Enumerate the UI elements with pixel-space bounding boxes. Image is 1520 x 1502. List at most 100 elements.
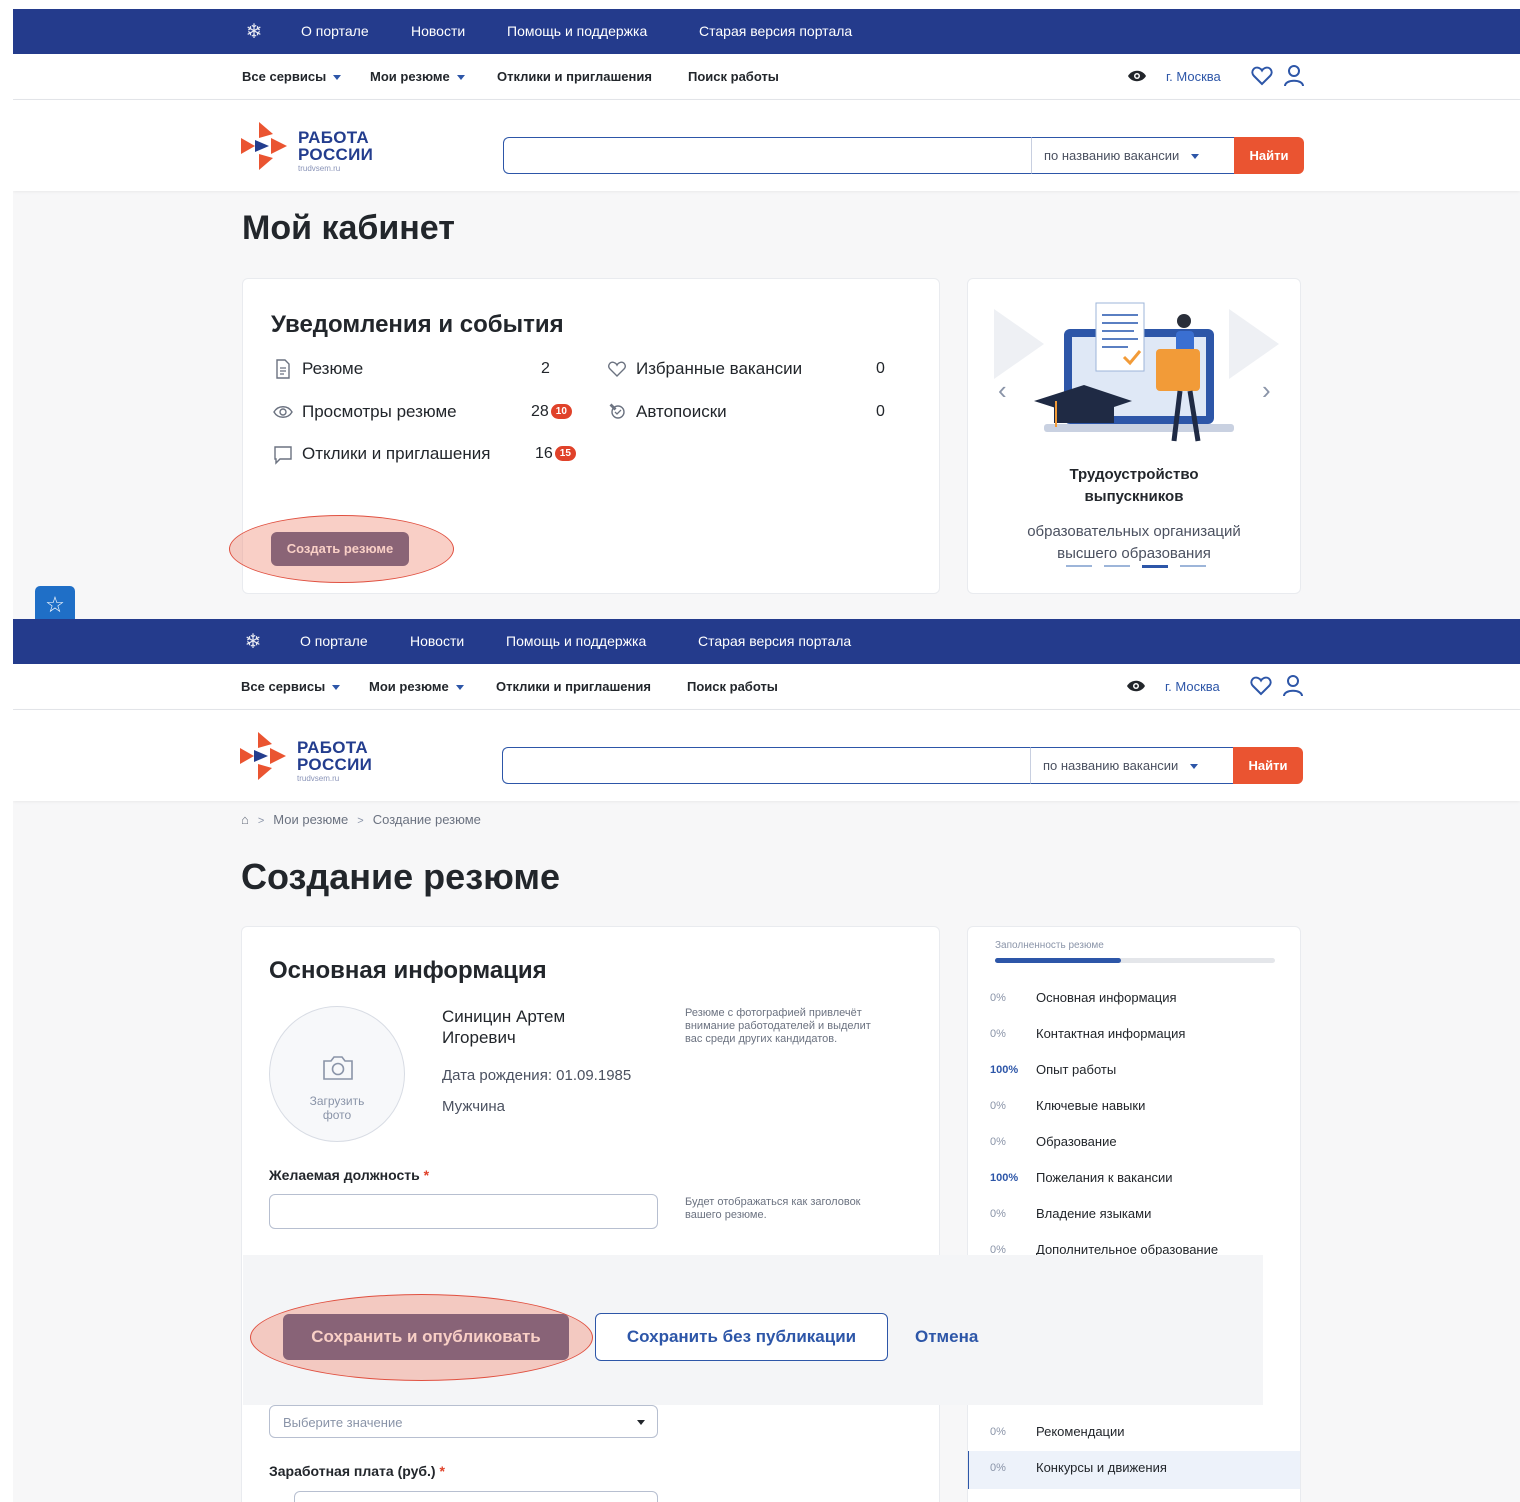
progress-row[interactable]: 0% Рекомендации	[990, 1424, 1280, 1444]
search-mode-select[interactable]: по названию вакансии	[1031, 137, 1234, 174]
progress-row[interactable]: 100% Пожелания к вакансии	[990, 1170, 1280, 1190]
position-input[interactable]	[270, 1195, 657, 1228]
topbar-link-help[interactable]: Помощь и поддержка	[506, 633, 646, 649]
save-without-publish-button[interactable]: Сохранить без публикации	[595, 1313, 888, 1361]
visually-impaired-eye-icon[interactable]	[1127, 69, 1147, 83]
photo-upload[interactable]: Загрузить фото	[269, 1006, 405, 1142]
chevron-right-icon[interactable]: ›	[1262, 377, 1271, 403]
nav-all-services[interactable]: Все сервисы	[242, 69, 342, 84]
carousel-dot[interactable]	[1180, 565, 1206, 567]
value-select[interactable]: Выберите значение	[269, 1405, 658, 1438]
save-and-publish-button[interactable]: Сохранить и опубликовать	[283, 1314, 569, 1360]
heart-icon[interactable]	[1251, 66, 1273, 86]
chevron-left-icon[interactable]: ‹	[998, 377, 1007, 403]
events-responses-badge: 15	[554, 446, 576, 461]
top-bar: ❄ О портале Новости Помощь и поддержка С…	[13, 619, 1520, 664]
nav-all-services-label: Все сервисы	[241, 679, 326, 694]
progress-row[interactable]: 0% Образование	[990, 1134, 1280, 1154]
find-button[interactable]: Найти	[1233, 747, 1303, 784]
progress-card: Заполненность резюме 0% Основная информац…	[967, 926, 1301, 1502]
city-selector[interactable]: г. Москва	[1166, 69, 1221, 84]
home-icon[interactable]: ⌂	[241, 812, 249, 827]
find-button[interactable]: Найти	[1234, 137, 1304, 174]
autosearch-icon	[609, 403, 625, 419]
progress-row[interactable]: 0% Основная информация	[990, 990, 1280, 1010]
nav-my-resumes[interactable]: Мои резюме	[369, 679, 464, 694]
gender: Мужчина	[442, 1098, 506, 1115]
graduates-illustration	[994, 302, 1279, 442]
photo-hint-line1: Резюме с фотографией привлечёт	[685, 1007, 862, 1019]
progress-row-active[interactable]: 0% Конкурсы и движения	[990, 1460, 1280, 1480]
carousel-dot[interactable]	[1104, 565, 1130, 567]
user-icon[interactable]	[1282, 674, 1304, 698]
user-icon[interactable]	[1283, 64, 1305, 88]
breadcrumb-my-resumes[interactable]: Мои резюме	[273, 812, 348, 827]
events-views-count: 28 10	[531, 403, 572, 421]
camera-icon	[323, 1056, 353, 1080]
chevron-down-icon	[1190, 764, 1199, 770]
nav-responses[interactable]: Отклики и приглашения	[496, 679, 651, 694]
events-resume-count: 2	[541, 360, 550, 377]
nav-job-search[interactable]: Поиск работы	[688, 69, 779, 84]
topbar-link-old-version[interactable]: Старая версия портала	[699, 23, 852, 39]
nav-all-services[interactable]: Все сервисы	[241, 679, 341, 694]
carousel-dot[interactable]	[1142, 565, 1168, 568]
search-input-wrapper	[503, 137, 1033, 174]
logo-site: trudvsem.ru	[298, 164, 341, 173]
progress-row-label: Опыт работы	[1036, 1062, 1117, 1077]
logo-line1: РАБОТА	[298, 128, 369, 147]
progress-row[interactable]: 0% Владение языками	[990, 1206, 1280, 1226]
main-nav: Все сервисы Мои резюме Отклики и приглаш…	[13, 664, 1520, 710]
search-mode-value: по названию вакансии	[1044, 148, 1180, 163]
events-resume-label[interactable]: Резюме	[302, 359, 363, 379]
carousel-dot[interactable]	[1066, 565, 1092, 567]
nav-responses[interactable]: Отклики и приглашения	[497, 69, 652, 84]
progress-row[interactable]: 0% Контактная информация	[990, 1026, 1280, 1046]
events-favorites-label[interactable]: Избранные вакансии	[636, 359, 802, 379]
search-row: РАБОТА РОССИИ trudvsem.ru по названию ва…	[13, 100, 1520, 191]
chevron-down-icon	[456, 75, 465, 81]
logo-arrows-icon	[240, 732, 286, 780]
topbar-link-help[interactable]: Помощь и поддержка	[507, 23, 647, 39]
topbar-link-old-version[interactable]: Старая версия портала	[698, 633, 851, 649]
logo-arrows-icon	[241, 122, 287, 170]
create-resume-button[interactable]: Создать резюме	[271, 532, 409, 566]
position-hint-line1: Будет отображаться как заголовок	[685, 1196, 861, 1208]
full-name-line2: Игоревич	[442, 1028, 516, 1047]
events-responses-count: 16 15	[535, 445, 576, 463]
topbar-link-news[interactable]: Новости	[411, 23, 465, 39]
search-input[interactable]	[504, 138, 1033, 173]
photo-upload-label: Загрузить фото	[270, 1094, 404, 1122]
section-title: Основная информация	[269, 957, 547, 984]
topbar-link-news[interactable]: Новости	[410, 633, 464, 649]
chat-icon	[274, 446, 292, 465]
breadcrumb-current: Создание резюме	[372, 812, 481, 827]
position-hint-line2: вашего резюме.	[685, 1209, 767, 1221]
events-responses-count-value: 16	[535, 445, 553, 462]
visually-impaired-eye-icon[interactable]	[1126, 679, 1146, 693]
nav-job-search[interactable]: Поиск работы	[687, 679, 778, 694]
progress-row-label: Образование	[1036, 1134, 1117, 1149]
search-input[interactable]	[503, 748, 1032, 783]
city-selector[interactable]: г. Москва	[1165, 679, 1220, 694]
photo-hint-line3: вас среди других кандидатов.	[685, 1033, 838, 1045]
events-autosearch-label[interactable]: Автопоиски	[636, 402, 727, 422]
salary-field[interactable]	[294, 1491, 658, 1502]
heart-icon[interactable]	[1250, 676, 1272, 696]
logo[interactable]: РАБОТА РОССИИ trudvsem.ru	[240, 730, 380, 785]
events-responses-label[interactable]: Отклики и приглашения	[302, 444, 490, 464]
events-views-label[interactable]: Просмотры резюме	[302, 402, 457, 422]
logo[interactable]: РАБОТА РОССИИ trudvsem.ru	[241, 120, 381, 175]
nav-my-resumes[interactable]: Мои резюме	[370, 69, 465, 84]
progress-row-label: Основная информация	[1036, 990, 1177, 1005]
document-icon	[276, 359, 290, 379]
cancel-button[interactable]: Отмена	[915, 1327, 978, 1347]
main-nav: Все сервисы Мои резюме Отклики и приглаш…	[13, 54, 1520, 100]
topbar-link-about[interactable]: О портале	[300, 633, 368, 649]
nav-all-services-label: Все сервисы	[242, 69, 327, 84]
search-mode-select[interactable]: по названию вакансии	[1030, 747, 1233, 784]
star-icon[interactable]: ☆	[35, 586, 75, 619]
progress-row[interactable]: 0% Ключевые навыки	[990, 1098, 1280, 1118]
topbar-link-about[interactable]: О портале	[301, 23, 369, 39]
progress-row[interactable]: 100% Опыт работы	[990, 1062, 1280, 1082]
